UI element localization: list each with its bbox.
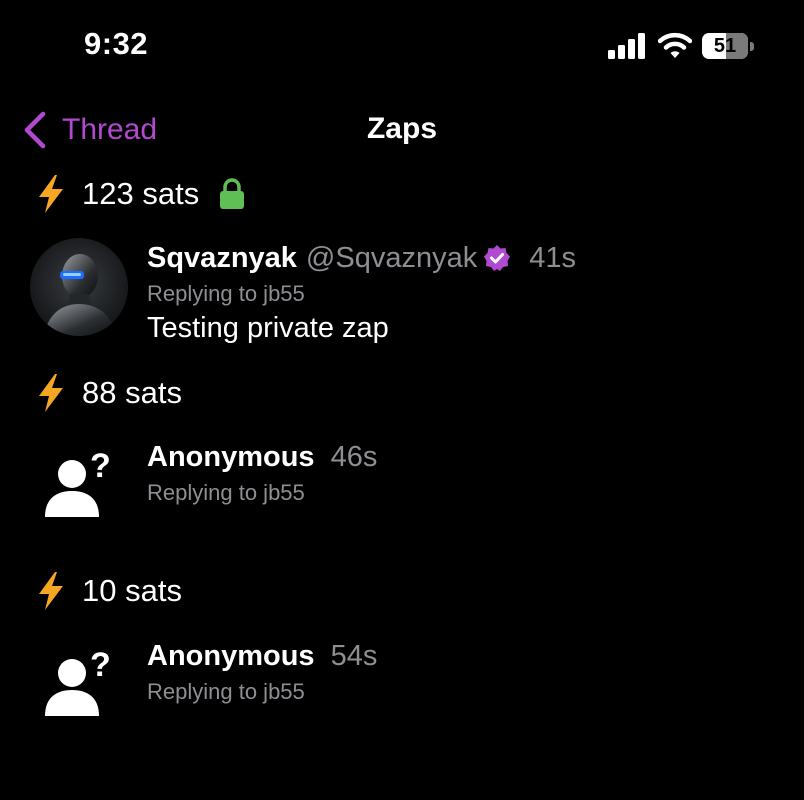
zap-amount-header: 10 sats: [34, 571, 182, 611]
replying-to: Replying to jb55: [147, 281, 305, 306]
zap-amount-header: 88 sats: [34, 373, 182, 413]
wifi-icon: [658, 32, 692, 58]
avatar-image: [30, 238, 128, 336]
author-line: Anonymous 54s: [147, 636, 780, 676]
zap-amount-header: 123 sats: [34, 174, 245, 214]
display-name: Anonymous: [147, 639, 315, 672]
status-time: 9:32: [84, 26, 149, 61]
avatar: ?: [30, 636, 128, 734]
status-icons: 51: [606, 30, 754, 62]
avatar[interactable]: [30, 238, 128, 336]
svg-text:?: ?: [90, 447, 111, 485]
lock-icon: [220, 178, 245, 209]
cellular-signal-icon: [608, 33, 645, 59]
timestamp: 46s: [330, 440, 378, 473]
battery-cap: [750, 41, 754, 51]
lightning-bolt-icon: [39, 175, 63, 213]
zap-body: Anonymous 46s Replying to jb55: [147, 437, 780, 507]
replying-to: Replying to jb55: [147, 480, 305, 505]
zap-body: Anonymous 54s Replying to jb55: [147, 636, 780, 706]
lightning-bolt-icon: [39, 374, 63, 412]
zap-body: Sqvaznyak @Sqvaznyak 41s Replying to jb5…: [147, 238, 780, 345]
zap-amount: 123 sats: [82, 176, 200, 211]
svg-text:?: ?: [90, 646, 111, 684]
anonymous-user-icon: ?: [45, 646, 111, 716]
anonymous-user-icon: ?: [45, 447, 111, 517]
navigation-bar: Thread Zaps: [0, 100, 804, 160]
replying-to: Replying to jb55: [147, 679, 305, 704]
verified-badge-icon: [484, 245, 511, 271]
status-bar: 9:32 51: [0, 0, 804, 90]
avatar: ?: [30, 437, 128, 535]
lightning-bolt-icon: [39, 572, 63, 610]
battery-icon: 51: [702, 33, 748, 59]
timestamp: 54s: [330, 639, 378, 672]
zap-message: Testing private zap: [147, 312, 389, 344]
display-name: Anonymous: [147, 440, 315, 473]
zap-amount: 88 sats: [82, 375, 182, 410]
user-handle[interactable]: @Sqvaznyak: [306, 242, 477, 275]
display-name[interactable]: Sqvaznyak: [147, 242, 297, 275]
author-line: Anonymous 46s: [147, 437, 780, 477]
page-title: Zaps: [366, 112, 438, 145]
author-line: Sqvaznyak @Sqvaznyak 41s: [147, 238, 780, 278]
battery-level: 51: [713, 35, 737, 57]
timestamp: 41s: [529, 241, 576, 274]
zap-amount: 10 sats: [82, 573, 182, 608]
